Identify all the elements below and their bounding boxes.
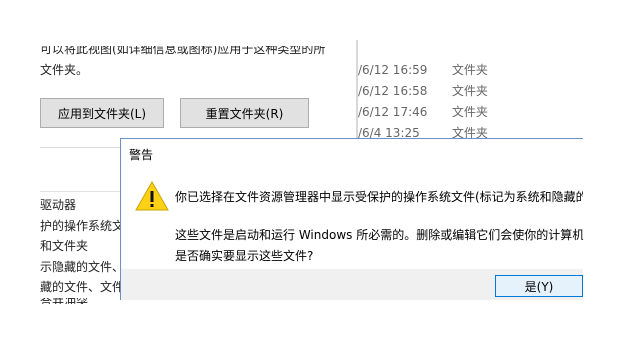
tree-item-hidden-files[interactable]: 藏的文件、文件 [40, 278, 124, 295]
file-type: 文件夹 [451, 84, 488, 98]
intro-line-1: 可以将此视图(如详细信息或图标)应用于这种类型的所 [40, 46, 326, 56]
intro-text: 可以将此视图(如详细信息或图标)应用于这种类型的所 文件夹。 [40, 46, 325, 80]
file-row[interactable]: /6/12 16:58 文件夹 [358, 82, 488, 99]
warning-message-line-1: 你已选择在文件资源管理器中显示受保护的操作系统文件(标记为系统和隐藏的文 [175, 190, 600, 204]
dialog-footer: 是(Y) [121, 269, 589, 300]
file-date: /6/12 16:59 [358, 63, 428, 77]
file-row[interactable]: /6/12 17:46 文件夹 [358, 103, 488, 120]
tree-item-drives[interactable]: 驱动器 [40, 196, 76, 213]
warning-message-line-3: 是否确实要显示这些文件? [175, 249, 314, 263]
warning-icon [135, 180, 169, 211]
yes-button[interactable]: 是(Y) [495, 275, 583, 297]
file-type: 文件夹 [451, 63, 488, 77]
tree-item-protected-os-files[interactable]: 护的操作系统文 [40, 217, 124, 234]
file-row[interactable]: /6/12 16:59 文件夹 [358, 61, 488, 78]
separator [40, 147, 124, 148]
dialog-body: 你已选择在文件资源管理器中显示受保护的操作系统文件(标记为系统和隐藏的文 这些文… [121, 170, 600, 269]
apply-to-folders-button[interactable]: 应用到文件夹(L) [40, 98, 164, 128]
dialog-title: 警告 [129, 148, 154, 162]
tree-item-folders[interactable]: 和文件夹 [40, 237, 88, 254]
warning-dialog: 警告 你已选择在文件资源管理器中显示受保护的操作系统文件(标记为系统和隐藏的文 … [120, 138, 600, 300]
dialog-titlebar[interactable]: 警告 [121, 139, 589, 170]
file-date: /6/12 17:46 [358, 105, 428, 119]
warning-message-line-2: 这些文件是启动和运行 Windows 所必需的。删除或编辑它们会使你的计算机无 [175, 228, 597, 242]
intro-line-2: 文件夹。 [40, 63, 89, 77]
file-type: 文件夹 [451, 105, 488, 119]
tree-divider [40, 191, 124, 192]
tree-item-merge-conflicts[interactable]: 合并冲突 [40, 298, 88, 304]
file-date: /6/12 16:58 [358, 84, 428, 98]
reset-folders-button[interactable]: 重置文件夹(R) [180, 98, 309, 128]
right-margin [583, 138, 640, 308]
